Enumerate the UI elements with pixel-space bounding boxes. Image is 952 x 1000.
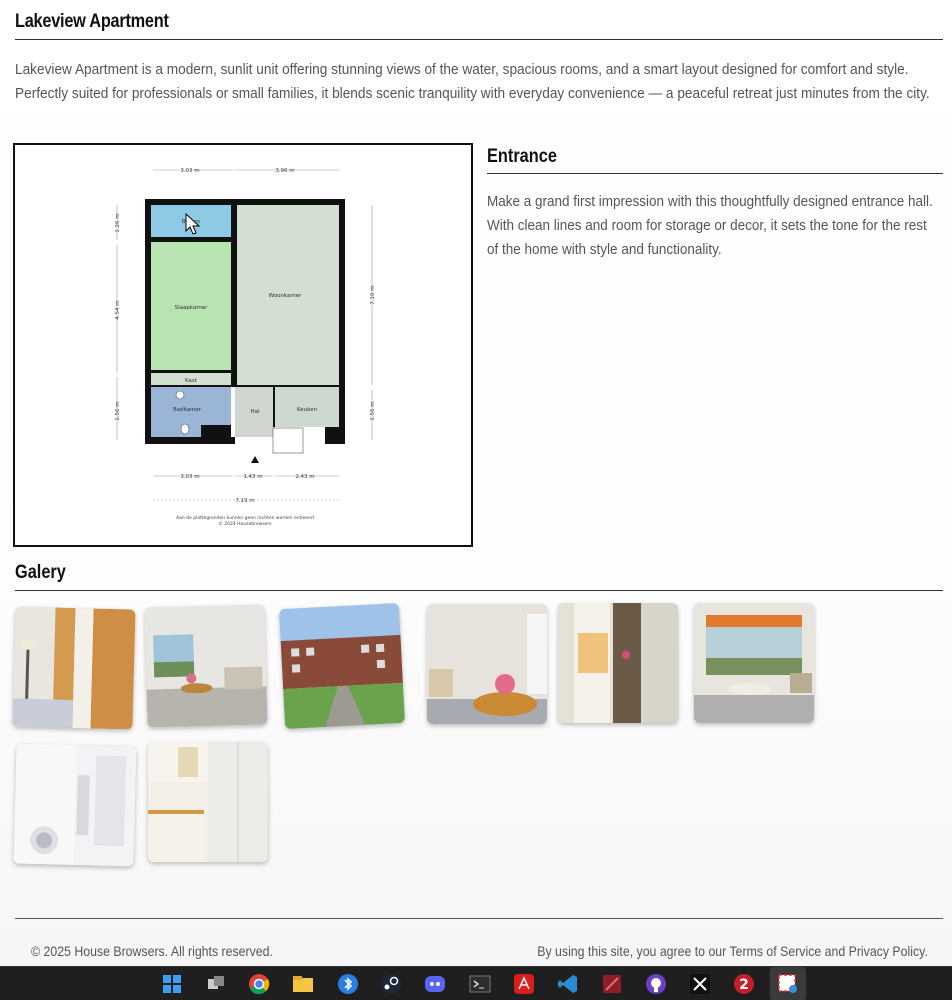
entrance-description: Make a grand first impression with this … bbox=[487, 193, 933, 258]
app-icon[interactable] bbox=[600, 972, 624, 996]
footer-copyright: © 2025 House Browsers. All rights reserv… bbox=[31, 943, 273, 959]
steam-icon[interactable] bbox=[379, 972, 403, 996]
gallery-divider bbox=[15, 590, 943, 591]
apartment-description: Lakeview Apartment is a modern, sunlit u… bbox=[15, 61, 930, 102]
page-title: Lakeview Apartment bbox=[15, 11, 169, 32]
dim-total: 7.19 m bbox=[235, 498, 254, 504]
dim-top-1: 3.03 m bbox=[180, 168, 199, 174]
gallery-photo-kitchen[interactable] bbox=[148, 742, 268, 862]
github-icon[interactable] bbox=[644, 972, 668, 996]
gallery-photo-living-room-window[interactable] bbox=[694, 603, 814, 723]
taskbar: 2 bbox=[0, 966, 952, 1000]
acrobat-icon[interactable] bbox=[512, 972, 536, 996]
footer-terms: By using this site, you agree to our Ter… bbox=[537, 943, 928, 959]
windows-start-icon[interactable] bbox=[160, 972, 184, 996]
entrance-divider bbox=[487, 173, 943, 174]
terminal-icon[interactable] bbox=[468, 972, 492, 996]
app-2-icon[interactable]: 2 bbox=[732, 972, 756, 996]
room-closet: Kast bbox=[185, 378, 198, 384]
gallery-photo-living-room-table[interactable] bbox=[427, 604, 547, 724]
room-living: Woonkamer bbox=[269, 293, 303, 299]
dim-left-3: 1.56 m bbox=[115, 401, 121, 420]
page: Lakeview Apartment Lakeview Apartment is… bbox=[0, 0, 952, 966]
room-kitchen: Keuken bbox=[297, 407, 318, 413]
dim-bottom-1: 3.03 m bbox=[180, 474, 199, 480]
floorplan-note-2: © 2024 Housebrowsers bbox=[218, 520, 272, 527]
entrance-heading: Entrance bbox=[487, 146, 557, 167]
gallery-heading: Galery bbox=[15, 562, 66, 583]
gallery-photo-entrance-closet[interactable] bbox=[558, 603, 678, 723]
dim-bottom-3: 2.43 m bbox=[295, 474, 314, 480]
vscode-icon[interactable] bbox=[556, 972, 580, 996]
room-hall: Hal bbox=[250, 409, 260, 415]
app-x-icon[interactable] bbox=[688, 972, 712, 996]
floorplan-drawing: 3.03 m 3.96 m 3.03 m 1.43 m 2.43 m 7.19 … bbox=[115, 168, 376, 527]
svg-text:2: 2 bbox=[739, 977, 749, 993]
bluetooth-icon[interactable] bbox=[336, 972, 360, 996]
floorplan-note-1: Aan de plattegronden kunnen geen rechten… bbox=[176, 515, 314, 521]
title-divider bbox=[15, 39, 943, 40]
room-bedroom: Slaapkamer bbox=[175, 305, 208, 311]
task-view-icon[interactable] bbox=[204, 972, 228, 996]
floorplan-image[interactable]: 3.03 m 3.96 m 3.03 m 1.43 m 2.43 m 7.19 … bbox=[13, 143, 473, 547]
dim-right-2: 1.56 m bbox=[370, 401, 376, 420]
chrome-icon[interactable] bbox=[247, 972, 271, 996]
discord-icon[interactable] bbox=[423, 972, 447, 996]
dim-left-1: 1.26 m bbox=[115, 213, 121, 232]
gallery-photo-exterior[interactable] bbox=[278, 602, 406, 730]
gallery-photo-living-room[interactable] bbox=[144, 604, 268, 728]
file-explorer-icon[interactable] bbox=[291, 972, 315, 996]
dim-right-1: 7.10 m bbox=[370, 285, 376, 304]
room-bathroom: Badkamer bbox=[173, 407, 202, 413]
snipping-tool-icon[interactable] bbox=[776, 972, 800, 996]
gallery-photo-bedroom[interactable] bbox=[12, 606, 136, 730]
dim-bottom-2: 1.43 m bbox=[243, 474, 262, 480]
dim-left-2: 4.54 m bbox=[115, 300, 121, 319]
gallery-photo-bathroom[interactable] bbox=[13, 743, 137, 867]
dim-top-2: 3.96 m bbox=[275, 168, 294, 174]
footer-divider bbox=[15, 918, 943, 919]
